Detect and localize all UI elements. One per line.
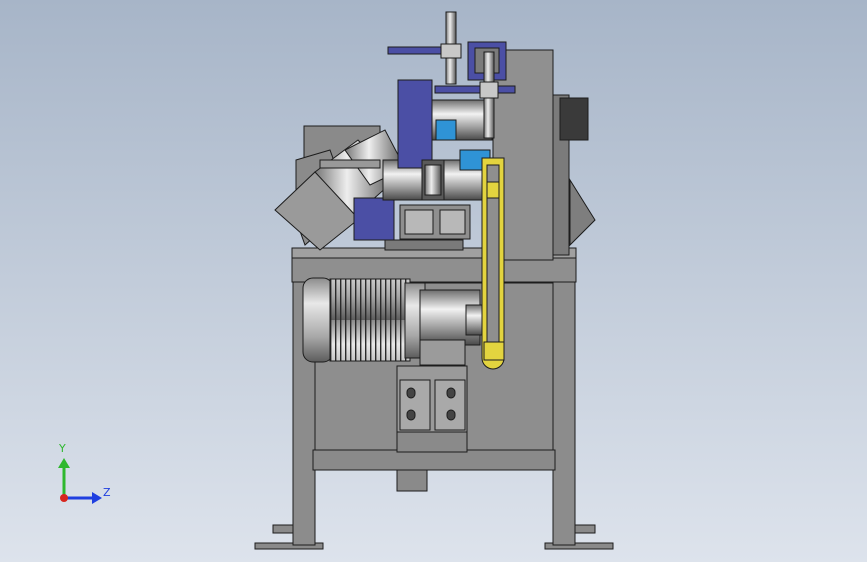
lower-crank-arm	[434, 85, 516, 94]
triad-z-label: Z	[103, 486, 111, 499]
table-top	[291, 257, 577, 283]
right-leg	[552, 279, 576, 546]
triad-y-label: Y	[59, 442, 66, 455]
machine-assembly-drawing	[0, 0, 867, 562]
cad-viewport[interactable]: Y Z	[0, 0, 867, 562]
electric-motor	[302, 277, 487, 366]
x-axis-dot	[60, 494, 68, 502]
drive-belt	[481, 157, 505, 370]
lower-crossbar	[312, 449, 556, 471]
upper-blue-plate	[397, 79, 433, 169]
right-block-dark	[559, 97, 589, 141]
blue-bearing-block	[353, 197, 395, 241]
